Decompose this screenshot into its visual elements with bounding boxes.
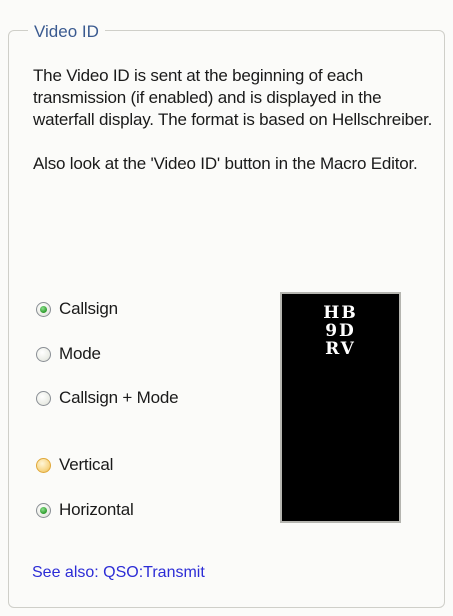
preview-line-1: HB (323, 303, 358, 323)
radio-unchecked-icon (36, 346, 51, 362)
radio-vertical-label: Vertical (59, 455, 114, 474)
radio-unchecked-icon (36, 390, 51, 406)
see-also-link[interactable]: See also: QSO:Transmit (32, 564, 205, 582)
radio-callsign-mode-label: Callsign + Mode (59, 388, 179, 407)
video-id-preview: HB 9D RV (280, 292, 401, 523)
radio-mode-label: Mode (59, 344, 101, 363)
description: The Video ID is sent at the beginning of… (33, 65, 433, 175)
radio-checked-icon (36, 301, 51, 317)
description-paragraph-2: Also look at the 'Video ID' button in th… (33, 154, 418, 173)
description-paragraph-1: The Video ID is sent at the beginning of… (33, 66, 433, 129)
preview-line-3: RV (325, 339, 356, 359)
radio-hover-icon (36, 457, 51, 473)
radio-horizontal-label: Horizontal (59, 500, 134, 519)
radio-callsign-mode[interactable]: Callsign + Mode (36, 386, 179, 410)
radio-mode[interactable]: Mode (36, 342, 101, 366)
radio-callsign-label: Callsign (59, 299, 118, 318)
radio-callsign[interactable]: Callsign (36, 297, 118, 321)
radio-vertical[interactable]: Vertical (36, 453, 113, 477)
radio-checked-icon (36, 502, 51, 518)
preview-line-2: 9D (325, 321, 356, 341)
radio-horizontal[interactable]: Horizontal (36, 498, 134, 522)
group-title: Video ID (28, 22, 105, 42)
